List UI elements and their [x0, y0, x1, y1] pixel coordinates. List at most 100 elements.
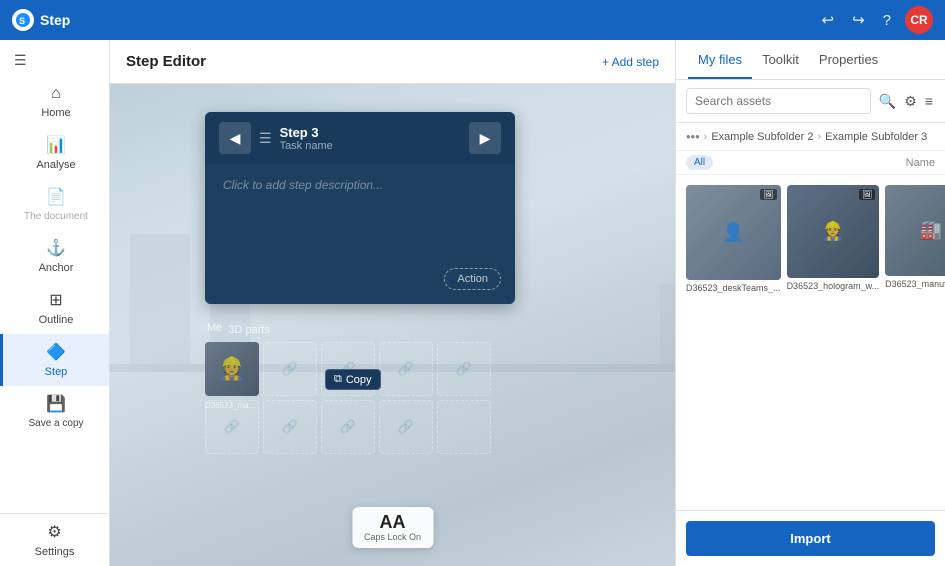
tab-my-files[interactable]: My files — [688, 40, 752, 79]
filter-all-tag[interactable]: All — [686, 155, 713, 170]
panel-footer: Import — [676, 510, 945, 566]
asset-badge: 🖼 — [859, 189, 875, 200]
link-icon: 🔗 — [398, 361, 414, 377]
sidebar-item-label: Outline — [39, 314, 74, 326]
step-action-button[interactable]: Action — [444, 268, 501, 290]
tab-toolkit[interactable]: Toolkit — [752, 40, 809, 79]
anchor-icon: ⚓ — [46, 238, 66, 258]
sidebar-item-settings[interactable]: ⚙ Settings — [0, 513, 109, 566]
undo-button[interactable]: ↩ — [818, 9, 839, 31]
step-title: Step 3 — [280, 125, 461, 140]
media-cell-empty[interactable]: 🔗 — [263, 400, 317, 454]
link-icon: 🔗 — [282, 361, 298, 377]
home-icon: ⌂ — [51, 85, 61, 103]
caption-lock-indicator: AA Caps Lock On — [352, 507, 433, 548]
panel-filter-row: All Name — [676, 151, 945, 175]
sidebar-item-save-copy[interactable]: 💾 Save a copy — [0, 386, 109, 437]
search-input[interactable] — [686, 88, 871, 114]
redo-button[interactable]: ↪ — [848, 9, 869, 31]
settings-icon: ⚙ — [47, 522, 61, 542]
asset-thumbnail: 🏭 🖼 — [885, 185, 945, 276]
step-info: ☰ Step 3 Task name — [259, 125, 461, 152]
breadcrumb-folder2[interactable]: Example Subfolder 3 — [825, 131, 927, 143]
asset-item[interactable]: 🏭 🖼 D36523_manufacturi... — [885, 185, 945, 293]
document-icon: 📄 — [46, 187, 66, 207]
canvas-area[interactable]: ◀ ☰ Step 3 Task name ▶ Click to add ste — [110, 84, 675, 566]
panel-search-bar: 🔍 ⚙ ≡ — [676, 80, 945, 123]
sidebar-item-outline[interactable]: ⊞ Outline — [0, 282, 109, 334]
media-image: 👷 — [205, 342, 259, 396]
media-cell-empty[interactable]: 🔗 — [379, 342, 433, 396]
media-cell-empty[interactable]: 🔗 — [263, 342, 317, 396]
breadcrumb-sep-2: › — [817, 131, 821, 143]
link-icon: 🔗 — [456, 361, 472, 377]
avatar[interactable]: CR — [905, 6, 933, 34]
media-cell-empty[interactable]: 🔗 — [437, 342, 491, 396]
sort-icon[interactable]: ≡ — [923, 91, 935, 112]
copy-tooltip[interactable]: ⧉ Copy — [325, 369, 381, 390]
copy-icon: ⧉ — [334, 373, 342, 386]
breadcrumb-more[interactable]: ••• — [686, 129, 700, 144]
sidebar-item-label: Home — [41, 107, 70, 119]
add-step-label: + Add step — [602, 55, 659, 69]
sidebar-item-the-document[interactable]: 📄 The document — [0, 179, 109, 230]
help-button[interactable]: ? — [879, 10, 895, 31]
next-icon: ▶ — [480, 130, 491, 147]
media-cell-filled[interactable]: 👷 D36523_manufacturi... — [205, 342, 259, 396]
asset-item[interactable]: 👷 🖼 D36523_hologram_w... — [787, 185, 880, 293]
media-cell-label: D36523_manufacturi... — [205, 401, 259, 410]
sort-name-label[interactable]: Name — [906, 157, 935, 169]
sidebar-item-step[interactable]: 🔷 Step — [0, 334, 109, 386]
sidebar-item-label: Analyse — [36, 159, 75, 171]
sidebar-item-label: Anchor — [39, 262, 74, 274]
analyse-icon: 📊 — [46, 135, 66, 155]
breadcrumb-folder1[interactable]: Example Subfolder 2 — [711, 131, 813, 143]
media-grid: 👷 D36523_manufacturi... 🔗 🔗 🔗 🔗 🔗 🔗 🔗 🔗 — [205, 342, 535, 454]
step-description[interactable]: Click to add step description... — [223, 178, 497, 192]
asset-item[interactable]: 👤 🖼 D36523_deskTeams_... — [686, 185, 781, 293]
step-prev-button[interactable]: ◀ — [219, 122, 251, 154]
main-layout: ☰ ⌂ Home 📊 Analyse 📄 The document ⚓ Anch… — [0, 40, 945, 566]
panel-tabs: My files Toolkit Properties — [676, 40, 945, 80]
media-title: Me — [205, 322, 222, 334]
sidebar-item-analyse[interactable]: 📊 Analyse — [0, 127, 109, 179]
breadcrumb-sep: › — [704, 131, 708, 143]
asset-name: D36523_manufacturi... — [885, 279, 945, 289]
link-icon: 🔗 — [340, 419, 356, 435]
media-cell-empty[interactable] — [437, 400, 491, 454]
sidebar-item-home[interactable]: ⌂ Home — [0, 77, 109, 127]
step-list-icon: ☰ — [259, 130, 272, 147]
app-logo: S Step — [12, 9, 70, 31]
sidebar-item-label: Step — [45, 366, 68, 378]
editor-header: Step Editor + Add step — [110, 40, 675, 84]
step-card-header: ◀ ☰ Step 3 Task name ▶ — [205, 112, 515, 164]
add-step-button[interactable]: + Add step — [602, 55, 659, 69]
caps-lock-label: Caps Lock On — [364, 532, 421, 542]
media-cell-empty[interactable]: 🔗 — [379, 400, 433, 454]
save-copy-icon: 💾 — [46, 394, 66, 414]
settings-label: Settings — [35, 546, 75, 558]
media-cell-empty[interactable]: 🔗 — [321, 400, 375, 454]
step-task-name[interactable]: Task name — [280, 140, 461, 152]
asset-name: D36523_hologram_w... — [787, 281, 880, 291]
tab-properties[interactable]: Properties — [809, 40, 888, 79]
sidebar-item-anchor[interactable]: ⚓ Anchor — [0, 230, 109, 282]
sidebar-item-label: Save a copy — [28, 418, 83, 429]
step-card: ◀ ☰ Step 3 Task name ▶ Click to add ste — [205, 112, 515, 304]
search-actions: 🔍 ⚙ ≡ — [877, 91, 935, 112]
import-button[interactable]: Import — [686, 521, 935, 556]
step-next-button[interactable]: ▶ — [469, 122, 501, 154]
hamburger-menu[interactable]: ☰ — [0, 40, 109, 77]
sidebar-item-label: The document — [24, 211, 88, 222]
asset-thumbnail: 👤 🖼 — [686, 185, 781, 280]
assets-grid: 👤 🖼 D36523_deskTeams_... 👷 🖼 D36523_holo… — [676, 175, 945, 303]
media-subtitle: 3D parts — [228, 324, 270, 336]
link-icon: 🔗 — [282, 419, 298, 435]
editor-title: Step Editor — [126, 53, 206, 70]
search-icon[interactable]: 🔍 — [877, 91, 898, 112]
breadcrumb: ••• › Example Subfolder 2 › Example Subf… — [676, 123, 945, 151]
filter-icon[interactable]: ⚙ — [902, 91, 919, 112]
sidebar: ☰ ⌂ Home 📊 Analyse 📄 The document ⚓ Anch… — [0, 40, 110, 566]
prev-icon: ◀ — [230, 130, 241, 147]
topbar-actions: ↩ ↪ ? CR — [818, 6, 934, 34]
